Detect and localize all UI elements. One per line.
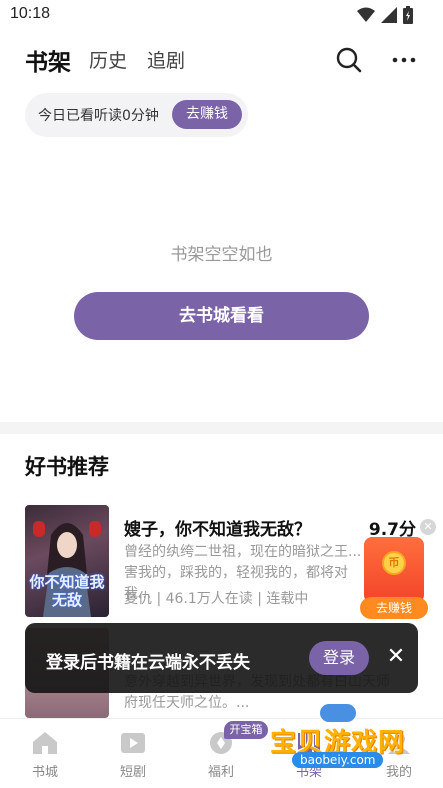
status-time: 10:18 [10, 5, 51, 22]
gamepad-icon [318, 702, 358, 724]
tab-bookshelf[interactable]: 书架 [25, 43, 71, 77]
nav-label: 短剧 [119, 765, 146, 780]
status-icons [357, 6, 413, 24]
login-button[interactable]: 登录 [309, 641, 369, 675]
tab-history[interactable]: 历史 [89, 46, 127, 73]
top-nav: 书架 历史 追剧 [0, 40, 443, 80]
earn-money-button[interactable]: 去赚钱 [172, 100, 242, 129]
cover-title: 你不知道我无敌 [29, 573, 105, 609]
play-icon [121, 733, 145, 753]
nav-label: 书城 [31, 765, 58, 780]
go-bookstore-button[interactable]: 去书城看看 [74, 292, 369, 340]
more-icon[interactable] [390, 46, 418, 74]
watermark-url: baobeiy.com [292, 752, 384, 768]
search-icon[interactable] [335, 46, 363, 74]
float-earn-label: 去赚钱 [360, 597, 428, 619]
login-prompt-text: 登录后书籍在云端永不丢失 [46, 653, 250, 673]
book-title: 嫂子，你不知道我无敌？ [124, 520, 311, 540]
close-icon[interactable]: ✕ [384, 645, 408, 669]
signal-icon [381, 7, 397, 23]
status-bar: 10:18 [0, 0, 443, 30]
coin-icon: 币 [382, 551, 406, 575]
tab-follow-drama[interactable]: 追剧 [147, 46, 185, 73]
nav-label: 福利 [207, 765, 234, 780]
nav-item-short-drama[interactable]: 短剧 [98, 731, 168, 780]
book-cover: 你不知道我无敌 [25, 505, 109, 617]
home-icon [33, 732, 57, 754]
battery-icon [403, 6, 413, 24]
empty-shelf-text: 书架空空如也 [170, 245, 273, 265]
site-watermark: 宝贝游戏网 baobeiy.com [260, 700, 430, 772]
red-envelope: 币 [364, 537, 424, 603]
float-earn-widget[interactable]: 币 去赚钱 [360, 537, 428, 621]
wifi-icon [357, 7, 375, 22]
nav-item-bookstore[interactable]: 书城 [10, 731, 80, 780]
book-meta: 复仇 | 46.1万人在读 | 连载中 [124, 591, 309, 607]
reading-time-text: 今日已看听读0分钟 [38, 108, 159, 124]
float-close-icon[interactable]: ✕ [420, 519, 436, 535]
section-divider [0, 422, 443, 434]
login-prompt-bar: 登录后书籍在云端永不丢失 登录 ✕ [25, 623, 418, 693]
reading-time-pill: 今日已看听读0分钟 去赚钱 [25, 93, 248, 137]
recommend-title: 好书推荐 [25, 455, 109, 479]
